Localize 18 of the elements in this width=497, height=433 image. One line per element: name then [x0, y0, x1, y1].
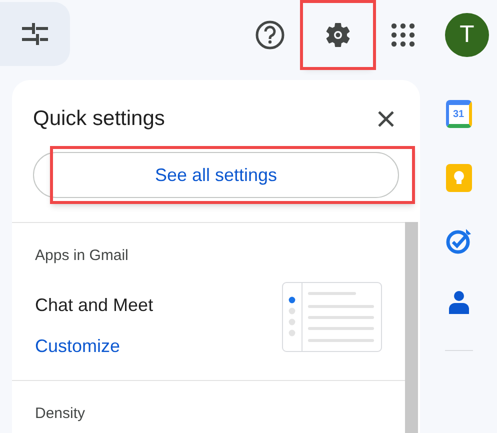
person-icon[interactable]	[448, 290, 470, 314]
scrollbar[interactable]	[405, 222, 418, 433]
calendar-day: 31	[452, 107, 464, 122]
customize-link[interactable]: Customize	[35, 332, 154, 360]
account-avatar[interactable]: T	[445, 13, 489, 57]
settings-button[interactable]	[303, 3, 373, 67]
filter-settings-button[interactable]	[0, 2, 70, 66]
panel-title: Quick settings	[33, 106, 165, 132]
see-all-settings-button[interactable]: See all settings	[33, 152, 399, 198]
sliders-icon	[22, 23, 48, 45]
grid-dots-icon	[391, 23, 415, 47]
help-icon	[255, 20, 285, 50]
section-heading: Density	[35, 404, 86, 424]
section-heading: Apps in Gmail	[35, 246, 130, 266]
calendar-icon[interactable]: 31	[446, 100, 472, 128]
task-check-icon[interactable]	[446, 228, 472, 254]
close-icon	[377, 110, 395, 128]
setting-label: Chat and Meet	[35, 294, 154, 316]
